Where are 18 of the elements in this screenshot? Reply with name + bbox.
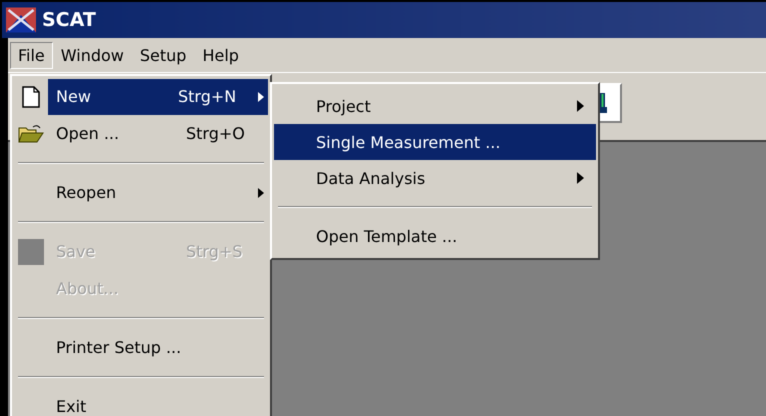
app-icon <box>6 7 36 33</box>
menu-item[interactable]: Window <box>52 42 132 68</box>
folder-icon <box>18 124 44 144</box>
menu-item[interactable]: Single Measurement ... <box>274 124 596 160</box>
menu-item[interactable]: Open ... Strg+O <box>48 116 268 152</box>
menu-item[interactable]: Exit <box>48 388 268 416</box>
menu-item[interactable]: Setup <box>132 42 194 68</box>
menu-item[interactable]: Data Analysis <box>274 160 596 196</box>
window-title: SCAT <box>42 9 96 31</box>
menu-item[interactable]: Help <box>194 42 247 68</box>
document-icon <box>22 86 40 108</box>
menu-item[interactable]: File <box>10 42 53 68</box>
menu-item[interactable]: New Strg+N <box>48 78 268 114</box>
menu-item[interactable]: Open Template ... <box>274 218 596 254</box>
menu-item[interactable]: Reopen <box>48 174 268 210</box>
square-icon <box>18 238 44 264</box>
menu-item[interactable]: Project <box>274 88 596 124</box>
menu-item[interactable]: Printer Setup ... <box>48 330 268 366</box>
